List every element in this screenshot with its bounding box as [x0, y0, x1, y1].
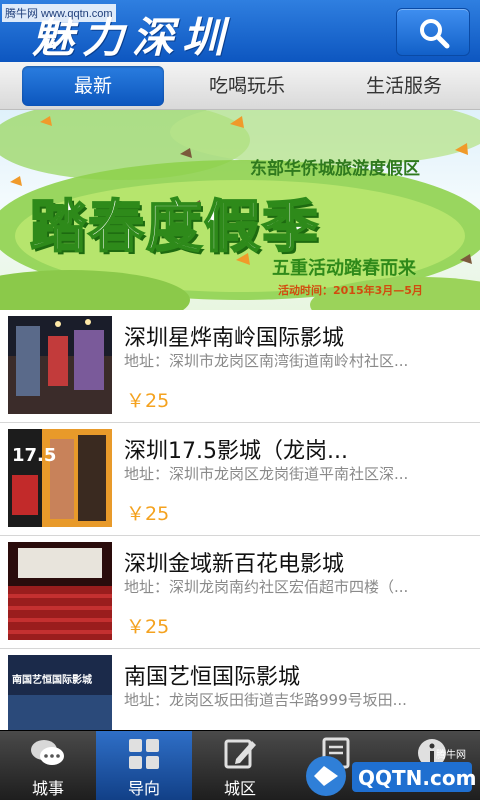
nav-city-events[interactable]: 城事	[0, 731, 96, 800]
watermark-top: 腾牛网 www.qqtn.com	[2, 4, 116, 22]
list-item[interactable]: 深圳金域新百花电影城 地址：深圳龙岗南约社区宏佰超市四楼（... ￥25	[0, 536, 480, 649]
cinema-thumbnail	[8, 542, 112, 640]
cinema-name: 深圳金域新百花电影城	[124, 552, 345, 577]
grid-icon	[129, 739, 159, 769]
cinema-price: ￥25	[126, 503, 170, 525]
nav-guide[interactable]: 导向	[96, 731, 192, 800]
cinema-price: ￥25	[126, 390, 170, 412]
tab-life-services[interactable]: 生活服务	[330, 66, 478, 106]
cinema-list: 深圳星烨南岭国际影城 地址：深圳市龙岗区南湾街道南岭村社区... ￥25 17.…	[0, 310, 480, 730]
watermark-logo-text: QQTN.com	[358, 766, 476, 790]
nav-label: 城事	[31, 779, 64, 798]
cinema-name: 南国艺恒国际影城	[124, 665, 301, 690]
list-item[interactable]: 南国艺恒国际影城 南国艺恒国际影城 地址：龙岗区坂田街道吉华路999号坂田...	[0, 649, 480, 730]
nav-label: 导向	[127, 779, 160, 798]
cinema-address: 地址：深圳市龙岗区南湾街道南岭村社区...	[124, 352, 409, 370]
tab-latest[interactable]: 最新	[22, 66, 164, 106]
promo-banner[interactable]: 东部华侨城旅游度假区 踏春度假季 五重活动踏春而来 活动时间：2015年3月—5…	[0, 110, 480, 310]
cinema-thumbnail: 南国艺恒国际影城	[8, 655, 112, 730]
list-item[interactable]: 17.5 深圳17.5影城（龙岗... 地址：深圳市龙岗区龙岗街道平南社区深..…	[0, 423, 480, 536]
search-icon	[420, 19, 450, 49]
category-tabs: 最新 吃喝玩乐 生活服务	[0, 62, 480, 110]
cinema-thumbnail	[8, 316, 112, 414]
chat-bubbles-icon	[31, 740, 64, 765]
cinema-name: 深圳星烨南岭国际影城	[124, 326, 345, 351]
thumb-text: 南国艺恒国际影城	[12, 673, 92, 686]
banner-slogan: 五重活动踏春而来	[272, 258, 416, 279]
list-item[interactable]: 深圳星烨南岭国际影城 地址：深圳市龙岗区南湾街道南岭村社区... ￥25	[0, 310, 480, 423]
watermark-bottom: QQTN.com 腾牛网	[300, 748, 480, 800]
cinema-price: ￥25	[126, 616, 170, 638]
nav-label: 城区	[223, 779, 256, 798]
banner-date: 活动时间：2015年3月—5月	[278, 284, 423, 297]
cinema-address: 地址：深圳市龙岗区龙岗街道平南社区深...	[124, 465, 409, 483]
watermark-small-text: 腾牛网	[436, 748, 466, 761]
thumb-text: 17.5	[12, 445, 56, 466]
edit-icon	[224, 739, 256, 769]
cinema-name: 深圳17.5影城（龙岗...	[124, 439, 348, 464]
banner-headline: 踏春度假季	[29, 194, 320, 261]
banner-subtitle: 东部华侨城旅游度假区	[250, 159, 420, 179]
cinema-address: 地址：龙岗区坂田街道吉华路999号坂田...	[124, 691, 407, 709]
tab-food-fun[interactable]: 吃喝玩乐	[176, 66, 318, 106]
nav-district[interactable]: 城区	[192, 731, 288, 800]
cinema-thumbnail: 17.5	[8, 429, 112, 527]
cinema-address: 地址：深圳龙岗南约社区宏佰超市四楼（...	[124, 578, 409, 596]
search-button[interactable]	[396, 8, 470, 56]
